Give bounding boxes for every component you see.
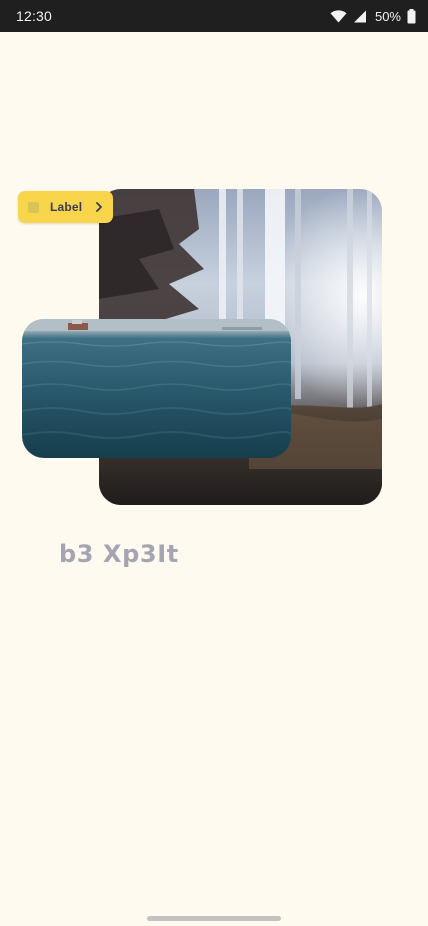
status-time: 12:30 — [16, 8, 53, 24]
sea-photo — [22, 319, 291, 458]
wifi-icon — [330, 9, 347, 23]
battery-icon — [407, 8, 416, 24]
chip-label: Label — [50, 200, 83, 214]
sea-illustration — [22, 319, 291, 439]
page-title: b3 Xp3It — [59, 540, 179, 568]
gesture-navigation-bar[interactable] — [147, 916, 281, 921]
label-chip[interactable]: Label — [18, 191, 113, 223]
cellular-signal-icon — [353, 10, 367, 23]
battery-percent: 50% — [374, 8, 401, 24]
status-bar: 12:30 50% — [0, 0, 428, 32]
chip-leading-icon — [28, 201, 39, 213]
chevron-right-icon — [95, 202, 103, 212]
status-icons: 50% — [330, 8, 416, 24]
